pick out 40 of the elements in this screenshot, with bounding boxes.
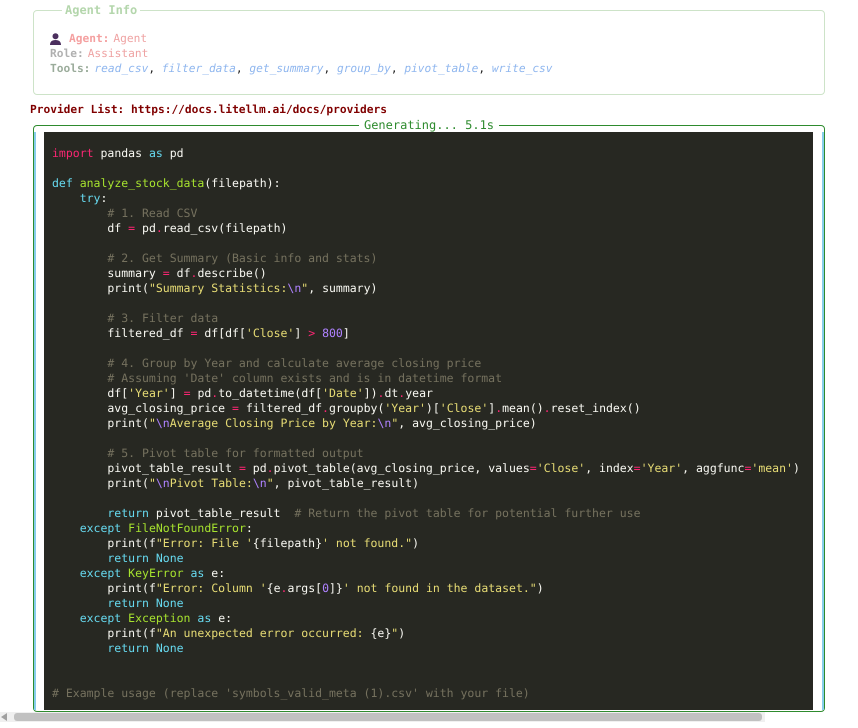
code-line: # 5. Pivot table for formatted output bbox=[106, 446, 365, 461]
generating-status: Generating... 5.1s bbox=[362, 118, 496, 132]
agent-label: Agent: bbox=[69, 31, 110, 46]
code-line: print("Summary Statistics:\n", summary) bbox=[106, 281, 378, 296]
section-title: Agent Info bbox=[64, 3, 138, 17]
tools-list: read_csv, filter_data, get_summary, group_by, pivot_table, write_csv bbox=[94, 61, 553, 76]
code-line: except Exception as e: bbox=[78, 611, 234, 626]
code-line: # Example usage (replace 'symbols_valid_meta (1).csv' with your file) bbox=[52, 686, 531, 701]
code-line: print("\nAverage Closing Price by Year:\n", avg_closing_price) bbox=[106, 416, 538, 431]
code-line: print(f"Error: Column '{e.args[0]}' not found in the dataset.") bbox=[106, 581, 545, 596]
code-line: import pandas as pd bbox=[52, 146, 185, 161]
code-line: # 3. Filter data bbox=[106, 311, 220, 326]
code-line: return None bbox=[106, 596, 185, 611]
code-line: pivot_table_result = pd.pivot_table(avg_closing_price, values='Close', index='Year', aggfunc='mean') bbox=[106, 461, 801, 476]
code-line: # 2. Get Summary (Basic info and stats) bbox=[106, 251, 378, 266]
code-line: # 1. Read CSV bbox=[106, 206, 198, 221]
code-line: except KeyError as e: bbox=[78, 566, 226, 581]
tools-label: Tools: bbox=[50, 61, 90, 76]
code-line: # Assuming 'Date' column exists and is in datetime format bbox=[106, 371, 504, 386]
code-line: except FileNotFoundError: bbox=[78, 521, 254, 536]
code-line: def analyze_stock_data(filepath): bbox=[52, 176, 282, 191]
role-value: Assistant bbox=[88, 46, 148, 61]
code-line: print(f"Error: File '{filepath}' not found.") bbox=[106, 536, 420, 551]
person-icon bbox=[50, 32, 61, 44]
code-line: print(f"An unexpected error occurred: {e}") bbox=[106, 626, 406, 641]
code-line: return None bbox=[106, 551, 185, 566]
code-line: return pivot_table_result # Return the pivot table for potential further use bbox=[106, 506, 642, 521]
horizontal-scrollbar[interactable] bbox=[0, 712, 765, 722]
code-line: return None bbox=[106, 641, 185, 656]
code-line: df['Year'] = pd.to_datetime(df['Date']).dt.year bbox=[106, 386, 434, 401]
code-line: filtered_df = df[df['Close'] > 800] bbox=[106, 326, 351, 341]
code-line: # 4. Group by Year and calculate average closing price bbox=[106, 356, 482, 371]
provider-list-text: Provider List: https://docs.litellm.ai/docs/providers bbox=[30, 102, 388, 117]
code-line: df = pd.read_csv(filepath) bbox=[106, 221, 288, 236]
agent-value: Agent bbox=[113, 31, 148, 46]
code-line: summary = df.describe() bbox=[106, 266, 268, 281]
role-label: Role: bbox=[50, 46, 84, 61]
code-line: print("\nPivot Table:\n", pivot_table_result) bbox=[106, 476, 420, 491]
code-line: avg_closing_price = filtered_df.groupby('Year')['Close'].mean().reset_index() bbox=[106, 401, 642, 416]
code-line: try: bbox=[78, 191, 108, 206]
